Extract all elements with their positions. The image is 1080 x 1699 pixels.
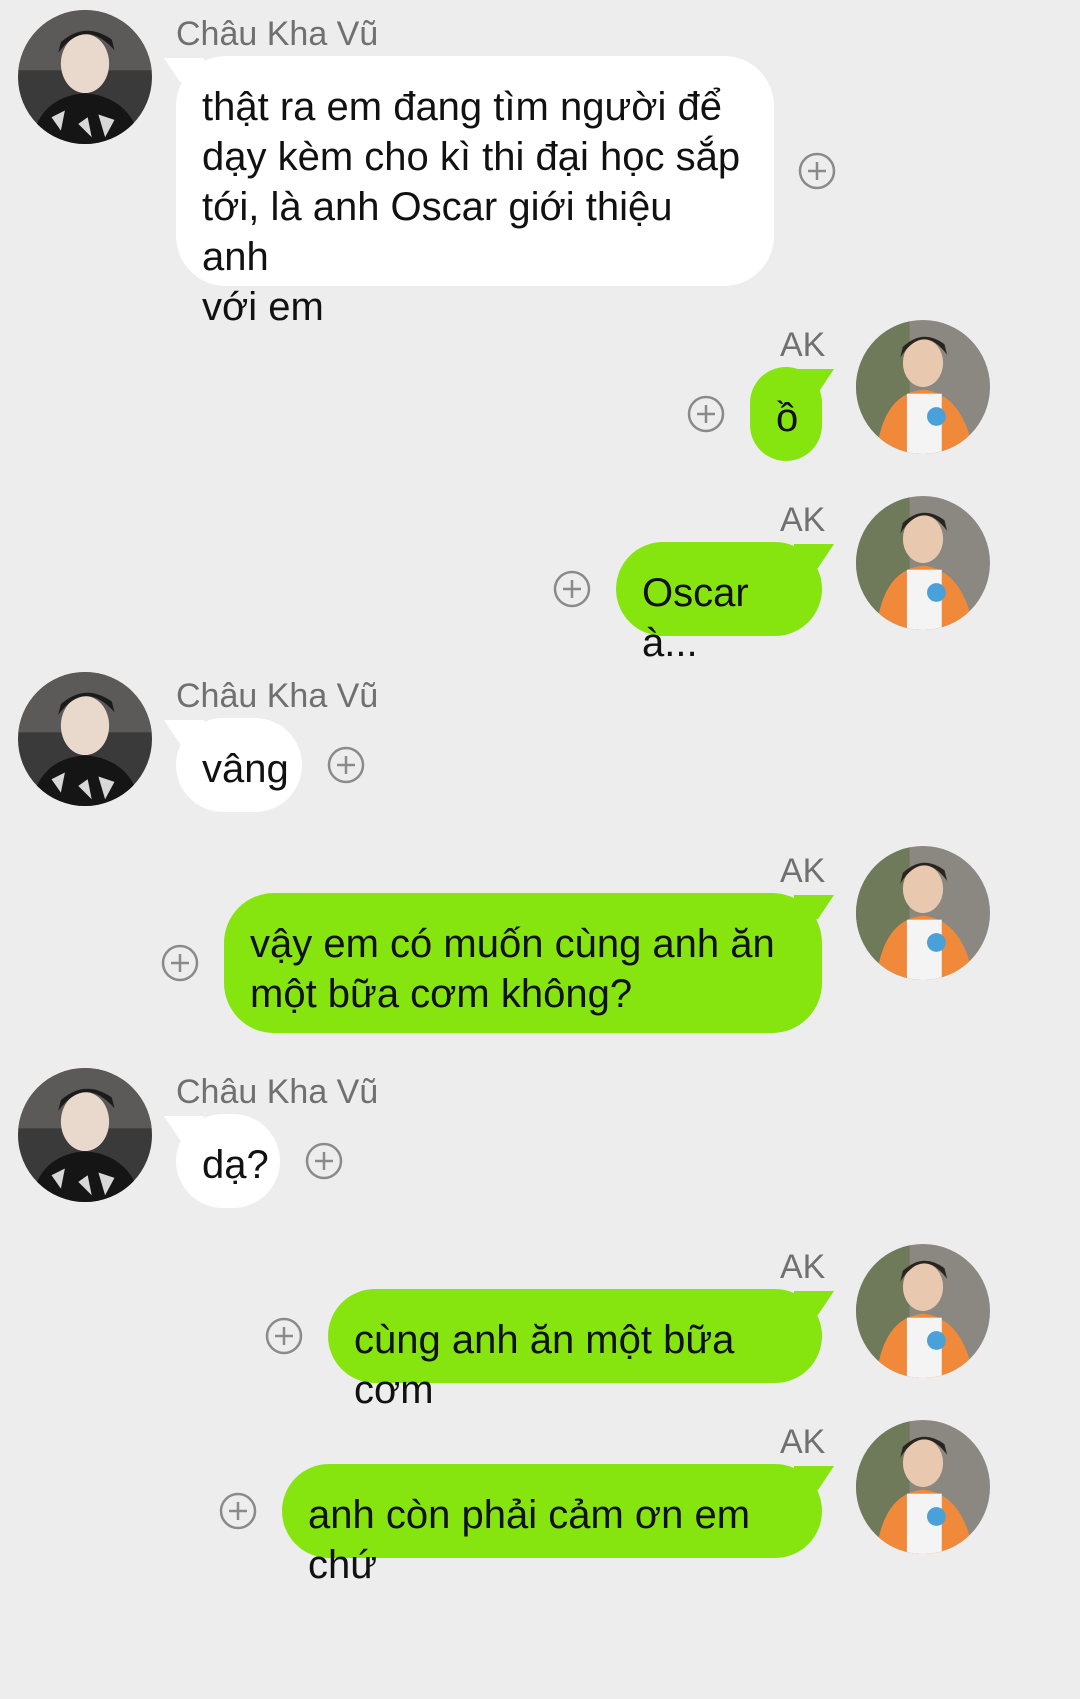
message-bubble[interactable]: vâng [176, 718, 302, 812]
avatar[interactable] [856, 320, 990, 454]
add-reaction-button[interactable] [552, 569, 592, 609]
message-text: vậy em có muốn cùng anh ăn một bữa cơm k… [250, 922, 775, 1016]
message-text: Oscar à... [642, 571, 749, 665]
sender-name: Châu Kha Vũ [176, 15, 379, 53]
avatar-orange-shirt-icon [856, 1244, 990, 1378]
plus-circle-icon [219, 1492, 257, 1530]
plus-circle-icon [553, 570, 591, 608]
add-reaction-button[interactable] [218, 1491, 258, 1531]
add-reaction-button[interactable] [686, 394, 726, 434]
message-text: ồ [776, 396, 799, 440]
add-reaction-button[interactable] [160, 943, 200, 983]
avatar-orange-shirt-icon [856, 496, 990, 630]
avatar[interactable] [18, 1068, 152, 1202]
sender-name: AK [780, 326, 826, 364]
avatar-dark-outfit-icon [18, 1068, 152, 1202]
add-reaction-button[interactable] [326, 745, 366, 785]
sender-name: AK [780, 1248, 826, 1286]
avatar-dark-outfit-icon [18, 672, 152, 806]
plus-circle-icon [265, 1317, 303, 1355]
avatar[interactable] [18, 672, 152, 806]
add-reaction-button[interactable] [264, 1316, 304, 1356]
message-text: anh còn phải cảm ơn em chứ [308, 1493, 751, 1587]
add-reaction-button[interactable] [304, 1141, 344, 1181]
message-text: thật ra em đang tìm người để dạy kèm cho… [202, 85, 741, 329]
plus-circle-icon [161, 944, 199, 982]
message-bubble[interactable]: ồ [750, 367, 822, 461]
plus-circle-icon [327, 746, 365, 784]
sender-name: Châu Kha Vũ [176, 677, 379, 715]
avatar-orange-shirt-icon [856, 1420, 990, 1554]
message-bubble[interactable]: vậy em có muốn cùng anh ăn một bữa cơm k… [224, 893, 822, 1033]
sender-name: Châu Kha Vũ [176, 1073, 379, 1111]
add-reaction-button[interactable] [797, 151, 837, 191]
message-text: vâng [202, 747, 289, 791]
avatar[interactable] [856, 1244, 990, 1378]
avatar-orange-shirt-icon [856, 846, 990, 980]
sender-name: AK [780, 1423, 826, 1461]
message-text: cùng anh ăn một bữa cơm [354, 1318, 735, 1412]
avatar[interactable] [18, 10, 152, 144]
message-bubble[interactable]: dạ? [176, 1114, 280, 1208]
plus-circle-icon [798, 152, 836, 190]
message-bubble[interactable]: cùng anh ăn một bữa cơm [328, 1289, 822, 1412]
plus-circle-icon [687, 395, 725, 433]
avatar[interactable] [856, 1420, 990, 1554]
plus-circle-icon [305, 1142, 343, 1180]
avatar[interactable] [856, 846, 990, 980]
avatar-orange-shirt-icon [856, 320, 990, 454]
avatar[interactable] [856, 496, 990, 630]
message-bubble[interactable]: Oscar à... [616, 542, 822, 665]
avatar-dark-outfit-icon [18, 10, 152, 144]
message-text: dạ? [202, 1143, 269, 1187]
message-bubble[interactable]: thật ra em đang tìm người để dạy kèm cho… [176, 56, 774, 329]
message-bubble[interactable]: anh còn phải cảm ơn em chứ [282, 1464, 822, 1587]
sender-name: AK [780, 852, 826, 890]
sender-name: AK [780, 501, 826, 539]
